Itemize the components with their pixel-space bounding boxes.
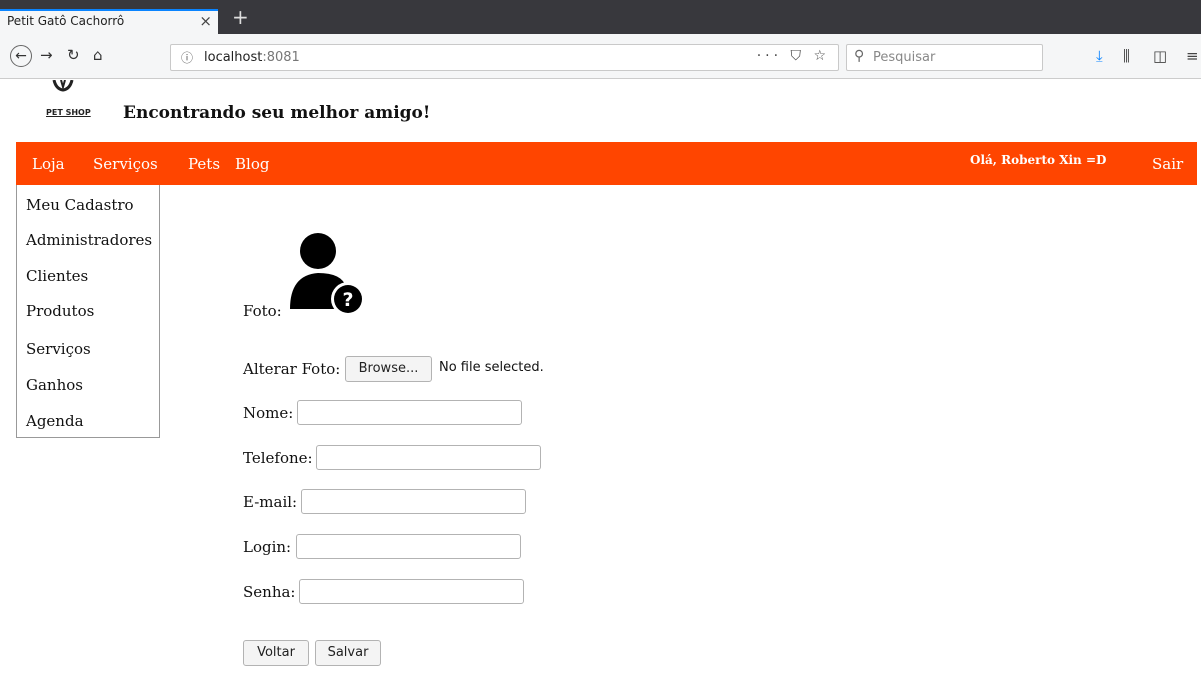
menu-item-blog[interactable]: Blog bbox=[235, 155, 269, 173]
browser-navbar: ← → ↻ ⌂ ⓘ localhost:8081 ··· ⛉ ☆ ⚲ Pesqu… bbox=[0, 34, 1201, 79]
photo-label: Foto: bbox=[243, 302, 282, 320]
reload-icon[interactable]: ↻ bbox=[67, 46, 80, 64]
dropdown-item-ganhos[interactable]: Ganhos bbox=[26, 376, 83, 394]
loja-dropdown: Meu Cadastro Administradores Clientes Pr… bbox=[16, 185, 160, 438]
dropdown-item-administradores[interactable]: Administradores bbox=[26, 231, 152, 249]
logo: PET SHOP bbox=[16, 79, 124, 120]
new-tab-icon[interactable]: + bbox=[232, 7, 249, 27]
search-placeholder: Pesquisar bbox=[873, 50, 936, 65]
library-icon[interactable]: ⫼ bbox=[1123, 47, 1130, 65]
tab-close-icon[interactable]: × bbox=[199, 12, 212, 30]
home-icon[interactable]: ⌂ bbox=[93, 46, 103, 64]
menu-item-pets[interactable]: Pets bbox=[188, 155, 220, 173]
url-bar[interactable]: ⓘ localhost:8081 ··· ⛉ ☆ bbox=[170, 44, 839, 71]
browser-tab[interactable]: Petit Gatô Cachorrô × bbox=[0, 9, 218, 34]
password-field[interactable] bbox=[299, 579, 524, 604]
search-icon: ⚲ bbox=[854, 48, 865, 64]
password-label: Senha: bbox=[243, 583, 296, 601]
save-button[interactable]: Salvar bbox=[315, 640, 381, 666]
name-field[interactable] bbox=[297, 400, 522, 425]
page-actions-icon[interactable]: ··· ⛉ ☆ bbox=[757, 48, 830, 64]
download-icon[interactable]: ⤓ bbox=[1096, 47, 1103, 65]
menu-item-loja[interactable]: Loja bbox=[32, 155, 65, 173]
page-tagline: Encontrando seu melhor amigo! bbox=[123, 103, 431, 123]
back-arrow-icon[interactable]: ← bbox=[10, 45, 32, 67]
url-text: localhost:8081 bbox=[204, 50, 300, 65]
file-status: No file selected. bbox=[439, 360, 544, 375]
login-label: Login: bbox=[243, 538, 292, 556]
browser-titlebar: Petit Gatô Cachorrô × + bbox=[0, 0, 1201, 34]
search-bar[interactable]: ⚲ Pesquisar bbox=[846, 44, 1043, 71]
logout-link[interactable]: Sair bbox=[1152, 155, 1183, 173]
login-field[interactable] bbox=[296, 534, 521, 559]
browse-button[interactable]: Browse... bbox=[345, 356, 432, 382]
menu-item-servicos[interactable]: Serviços bbox=[93, 155, 158, 173]
dropdown-item-servicos[interactable]: Serviços bbox=[26, 340, 91, 358]
logo-text: PET SHOP bbox=[46, 108, 91, 117]
site-info-icon[interactable]: ⓘ bbox=[181, 49, 193, 66]
phone-label: Telefone: bbox=[243, 449, 313, 467]
user-greeting: Olá, Roberto Xin =D bbox=[970, 153, 1107, 167]
menu-icon[interactable]: ≡ bbox=[1186, 47, 1199, 65]
email-label: E-mail: bbox=[243, 493, 298, 511]
change-photo-label: Alterar Foto: bbox=[243, 360, 341, 378]
dropdown-item-clientes[interactable]: Clientes bbox=[26, 267, 88, 285]
sidebar-icon[interactable]: ◫ bbox=[1153, 47, 1167, 65]
email-field[interactable] bbox=[301, 489, 526, 514]
dropdown-item-meu-cadastro[interactable]: Meu Cadastro bbox=[26, 196, 134, 214]
forward-arrow-icon[interactable]: → bbox=[40, 46, 53, 64]
svg-text:?: ? bbox=[342, 289, 353, 311]
user-unknown-icon: ? bbox=[288, 231, 366, 316]
dropdown-item-agenda[interactable]: Agenda bbox=[26, 412, 84, 430]
dropdown-item-produtos[interactable]: Produtos bbox=[26, 302, 94, 320]
tab-title: Petit Gatô Cachorrô bbox=[7, 14, 125, 28]
name-label: Nome: bbox=[243, 404, 294, 422]
main-menu: Loja Serviços Pets Blog Olá, Roberto Xin… bbox=[16, 142, 1197, 185]
phone-field[interactable] bbox=[316, 445, 541, 470]
back-button[interactable]: Voltar bbox=[243, 640, 309, 666]
